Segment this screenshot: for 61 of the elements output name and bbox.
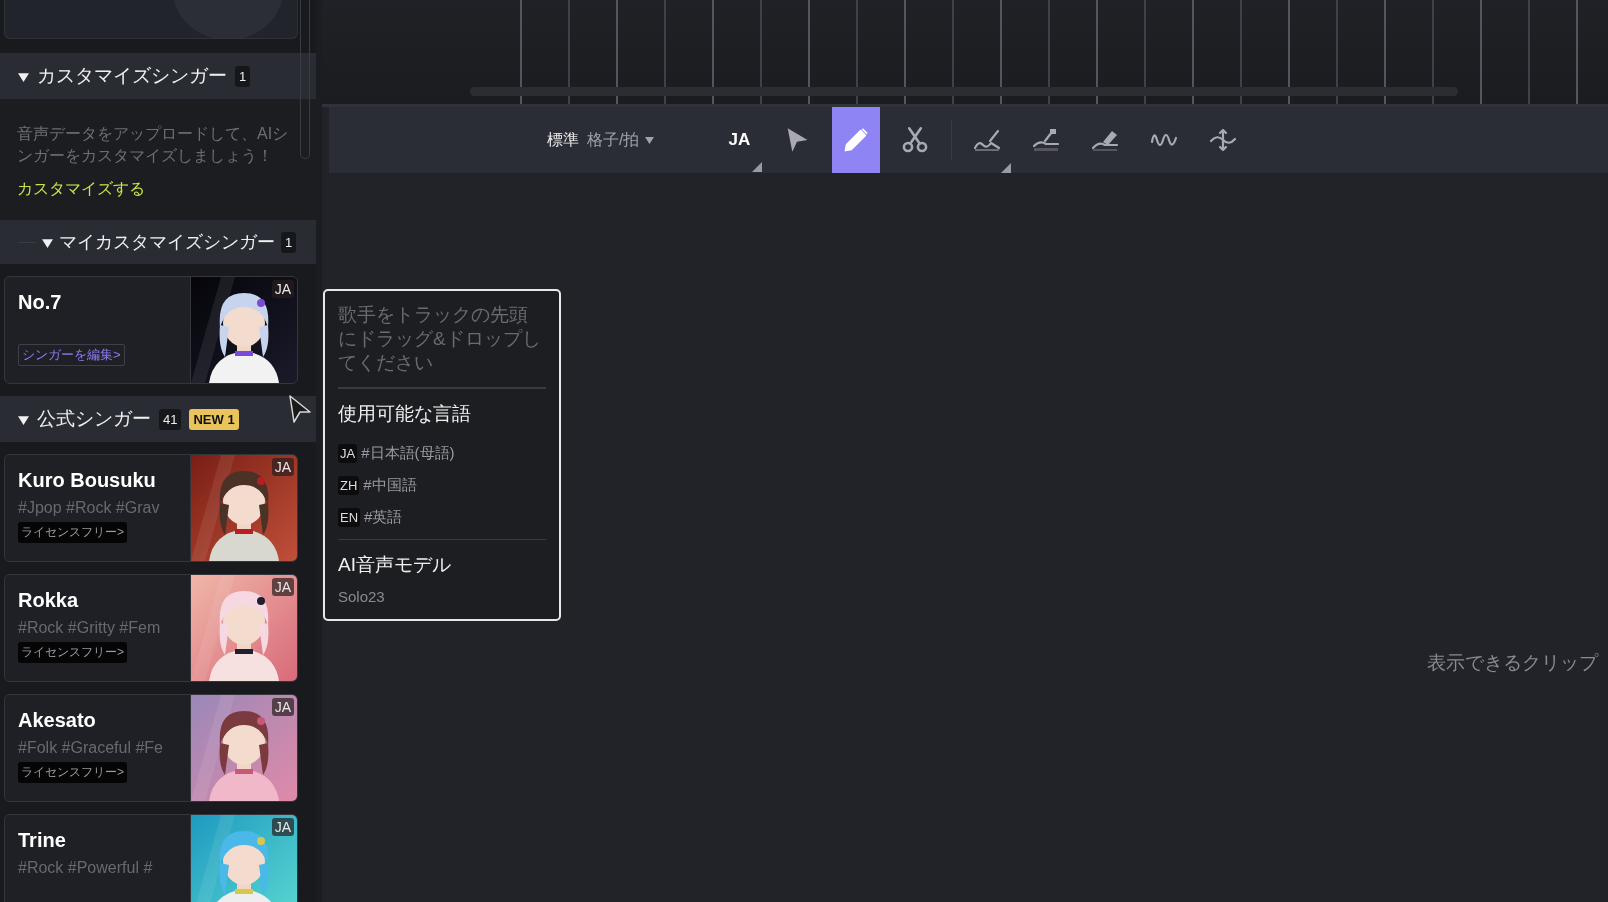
singer-name: Rokka	[18, 589, 80, 612]
singer-name: No.7	[18, 291, 63, 314]
caret-icon	[645, 136, 655, 144]
license-link[interactable]: ライセンスフリー>	[18, 642, 127, 663]
count-badge: 41	[159, 408, 182, 430]
empty-message: 表示できるクリップ	[1427, 651, 1598, 675]
count-badge: 1	[281, 231, 297, 253]
singer-card[interactable]: Trine #Rock #Powerful # JA	[4, 814, 298, 902]
singer-tags: #Jpop #Rock #Grav	[18, 499, 190, 517]
singer-name: Trine	[18, 829, 67, 852]
scissors-icon	[901, 126, 930, 154]
corner-triangle-icon	[752, 162, 763, 172]
license-link[interactable]: ライセンスフリー>	[18, 762, 127, 783]
grid-dropdown[interactable]: 格子/拍	[587, 129, 655, 151]
scrollbar[interactable]	[470, 87, 1458, 96]
section-header[interactable]: マイカスタマイズシンガー 1	[0, 220, 316, 264]
singer-tags: #Folk #Graceful #Fe	[18, 739, 190, 757]
language-label: #英語	[364, 507, 403, 527]
corner-triangle-icon	[1001, 163, 1012, 173]
language-code: EN	[338, 507, 361, 527]
singer-tags: #Rock #Gritty #Fem	[18, 619, 190, 637]
tool-button[interactable]	[832, 107, 881, 173]
tooltip-heading: AI音声モデル	[338, 553, 452, 577]
singer-card[interactable]: Akesato #Folk #Graceful #Fe ライセンスフリー> JA	[4, 694, 298, 802]
section-header[interactable]: 公式シンガー 41 NEW 1	[0, 396, 316, 442]
language-code: JA	[338, 443, 358, 463]
section-title: カスタマイズシンガー	[37, 64, 227, 88]
section-header[interactable]: カスタマイズシンガー 1	[0, 53, 316, 99]
singer-card[interactable]: Kuro Bousuku #Jpop #Rock #Grav ライセンスフリー> JA	[4, 454, 298, 562]
language-badge: JA	[271, 578, 294, 596]
caret-icon[interactable]	[18, 70, 29, 82]
section-title: 公式シンガー	[37, 407, 151, 431]
edit-singer-link[interactable]: シンガーを編集>	[18, 344, 125, 366]
singer-card[interactable]: No.7 シンガーを編集> JA	[4, 276, 298, 384]
caret-icon[interactable]	[42, 236, 53, 248]
language-badge: JA	[271, 698, 294, 716]
section-title: マイカスタマイズシンガー	[59, 231, 275, 254]
description-text: 音声データをアップロードして、AIシンガーをカスタマイズしましょう！	[17, 124, 290, 166]
mode-label: 標準	[547, 129, 579, 150]
caret-icon[interactable]	[18, 413, 29, 425]
singer-name: Akesato	[18, 709, 97, 732]
tooltip-heading: 使用可能な言語	[338, 402, 472, 426]
customize-link[interactable]: カスタマイズする	[17, 179, 145, 200]
language-label: #日本語(母語)	[361, 443, 455, 463]
language-badge: JA	[271, 280, 294, 298]
count-badge: 1	[235, 65, 251, 87]
new-badge: NEW 1	[189, 408, 239, 430]
license-link[interactable]: ライセンスフリー>	[18, 522, 127, 543]
singer-name: Kuro Bousuku	[18, 469, 157, 492]
singer-tags: #Rock #Powerful #	[18, 859, 190, 877]
language-badge: JA	[271, 818, 294, 836]
hint-text: 歌手をトラックの先頭にドラッグ&ドロップしてください	[338, 303, 546, 389]
language-label: #中国語	[363, 475, 417, 495]
cursor-icon	[288, 394, 312, 424]
model-name: Solo23	[338, 588, 386, 605]
curve-brush-icon	[1032, 126, 1061, 154]
singer-card[interactable]: Rokka #Rock #Gritty #Fem ライセンスフリー> JA	[4, 574, 298, 682]
language-button[interactable]: JA	[716, 108, 763, 172]
language-badge: JA	[271, 458, 294, 476]
language-code: ZH	[338, 475, 360, 495]
pitch-shift-icon	[1209, 126, 1238, 154]
